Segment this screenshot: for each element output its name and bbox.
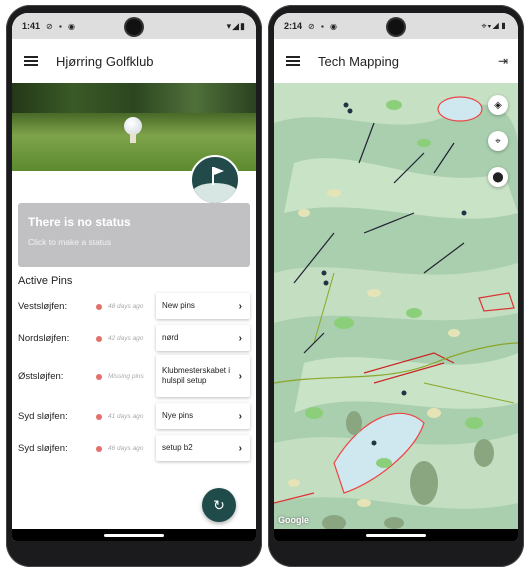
pin-setup-button[interactable]: Klubmesterskabet i hulspil setup › xyxy=(156,355,250,397)
signal-battery-icons: ▾◢▮ xyxy=(226,20,246,31)
map-canvas xyxy=(274,83,518,529)
status-dot-icon xyxy=(96,446,102,452)
phone-right: 2:14 ⊘ ▪ ◉ ⌖▾◢▮ Tech Mapping ⇥ ◈ ⌖ ⬤ Goo… xyxy=(268,5,524,567)
screen-right: 2:14 ⊘ ▪ ◉ ⌖▾◢▮ Tech Mapping ⇥ ◈ ⌖ ⬤ Goo… xyxy=(274,13,518,541)
app-title: Tech Mapping xyxy=(318,53,399,69)
pin-setup-label: Klubmesterskabet i hulspil setup xyxy=(162,366,231,385)
google-attribution: Google xyxy=(278,515,309,525)
status-time: 2:14 xyxy=(284,21,303,31)
pin-row: Syd sløjfen: 46 days ago setup b2 › xyxy=(12,435,256,461)
pin-setup-button[interactable]: setup b2 › xyxy=(156,435,250,461)
pin-setup-label: nørd xyxy=(162,333,179,342)
menu-icon[interactable] xyxy=(24,56,38,66)
pin-loop-name: Østsløjfen: xyxy=(18,371,64,382)
home-indicator[interactable] xyxy=(366,534,426,537)
location-pin-icon: ⬤ xyxy=(492,171,504,183)
pin-setup-button[interactable]: New pins › xyxy=(156,293,250,319)
notification-icons: ⊘ ▪ ◉ xyxy=(46,21,77,31)
app-bar: Tech Mapping ⇥ xyxy=(274,39,518,83)
nav-bar xyxy=(12,529,256,541)
app-bar: Hjørring Golfklub xyxy=(12,39,256,83)
chevron-right-icon: › xyxy=(238,443,242,454)
status-subtext: Click to make a status xyxy=(28,237,112,247)
course-map[interactable]: ◈ ⌖ ⬤ Google xyxy=(274,83,518,529)
home-indicator[interactable] xyxy=(104,534,164,537)
pin-setup-label: Nye pins xyxy=(162,411,194,420)
pin-row: Nordsløjfen: 42 days ago nørd › xyxy=(12,325,256,351)
pin-loop-name: Syd sløjfen: xyxy=(18,411,68,422)
pin-age: 41 days ago xyxy=(108,413,144,420)
pin-row: Vestsløjfen: 48 days ago New pins › xyxy=(12,293,256,319)
location-pin-button[interactable]: ⬤ xyxy=(488,167,508,187)
pin-setup-button[interactable]: nørd › xyxy=(156,325,250,351)
chevron-right-icon: › xyxy=(238,371,242,382)
layers-icon: ◈ xyxy=(494,99,502,111)
signal-battery-icons: ⌖▾◢▮ xyxy=(481,20,508,31)
pin-age: Missing pins xyxy=(108,373,144,380)
crosshair-icon: ⌖ xyxy=(495,135,501,147)
status-heading: There is no status xyxy=(28,215,131,229)
status-dot-icon xyxy=(96,304,102,310)
status-dot-icon xyxy=(96,374,102,380)
status-card[interactable]: There is no status Click to make a statu… xyxy=(18,203,250,267)
status-time: 1:41 xyxy=(22,21,41,31)
pin-loop-name: Syd sløjfen: xyxy=(18,443,68,454)
pin-row: Østsløjfen: Missing pins Klubmesterskabe… xyxy=(12,355,256,397)
pin-setup-label: setup b2 xyxy=(162,443,193,452)
refresh-button[interactable]: ↻ xyxy=(202,488,236,522)
crosshair-button[interactable]: ⌖ xyxy=(488,131,508,151)
golf-flag-icon xyxy=(190,155,240,205)
pin-setup-button[interactable]: Nye pins › xyxy=(156,403,250,429)
logout-icon[interactable]: ⇥ xyxy=(498,54,508,68)
status-dot-icon xyxy=(96,336,102,342)
pin-loop-name: Nordsløjfen: xyxy=(18,333,70,344)
app-title: Hjørring Golfklub xyxy=(56,53,154,69)
notification-icons: ⊘ ▪ ◉ xyxy=(308,21,339,31)
chevron-right-icon: › xyxy=(238,333,242,344)
refresh-icon: ↻ xyxy=(213,496,225,513)
screen-left: 1:41 ⊘ ▪ ◉ ▾◢▮ Hjørring Golfklub There i… xyxy=(12,13,256,541)
active-pins-heading: Active Pins xyxy=(18,275,73,287)
nav-bar xyxy=(274,529,518,541)
pin-loop-name: Vestsløjfen: xyxy=(18,301,68,312)
chevron-right-icon: › xyxy=(238,411,242,422)
pin-age: 46 days ago xyxy=(108,445,144,452)
chevron-right-icon: › xyxy=(238,301,242,312)
pin-age: 48 days ago xyxy=(108,303,144,310)
camera-cutout xyxy=(388,19,404,35)
phone-left: 1:41 ⊘ ▪ ◉ ▾◢▮ Hjørring Golfklub There i… xyxy=(6,5,262,567)
layers-button[interactable]: ◈ xyxy=(488,95,508,115)
menu-icon[interactable] xyxy=(286,56,300,66)
pin-age: 42 days ago xyxy=(108,335,144,342)
camera-cutout xyxy=(126,19,142,35)
pin-setup-label: New pins xyxy=(162,301,195,310)
pin-row: Syd sløjfen: 41 days ago Nye pins › xyxy=(12,403,256,429)
status-dot-icon xyxy=(96,414,102,420)
